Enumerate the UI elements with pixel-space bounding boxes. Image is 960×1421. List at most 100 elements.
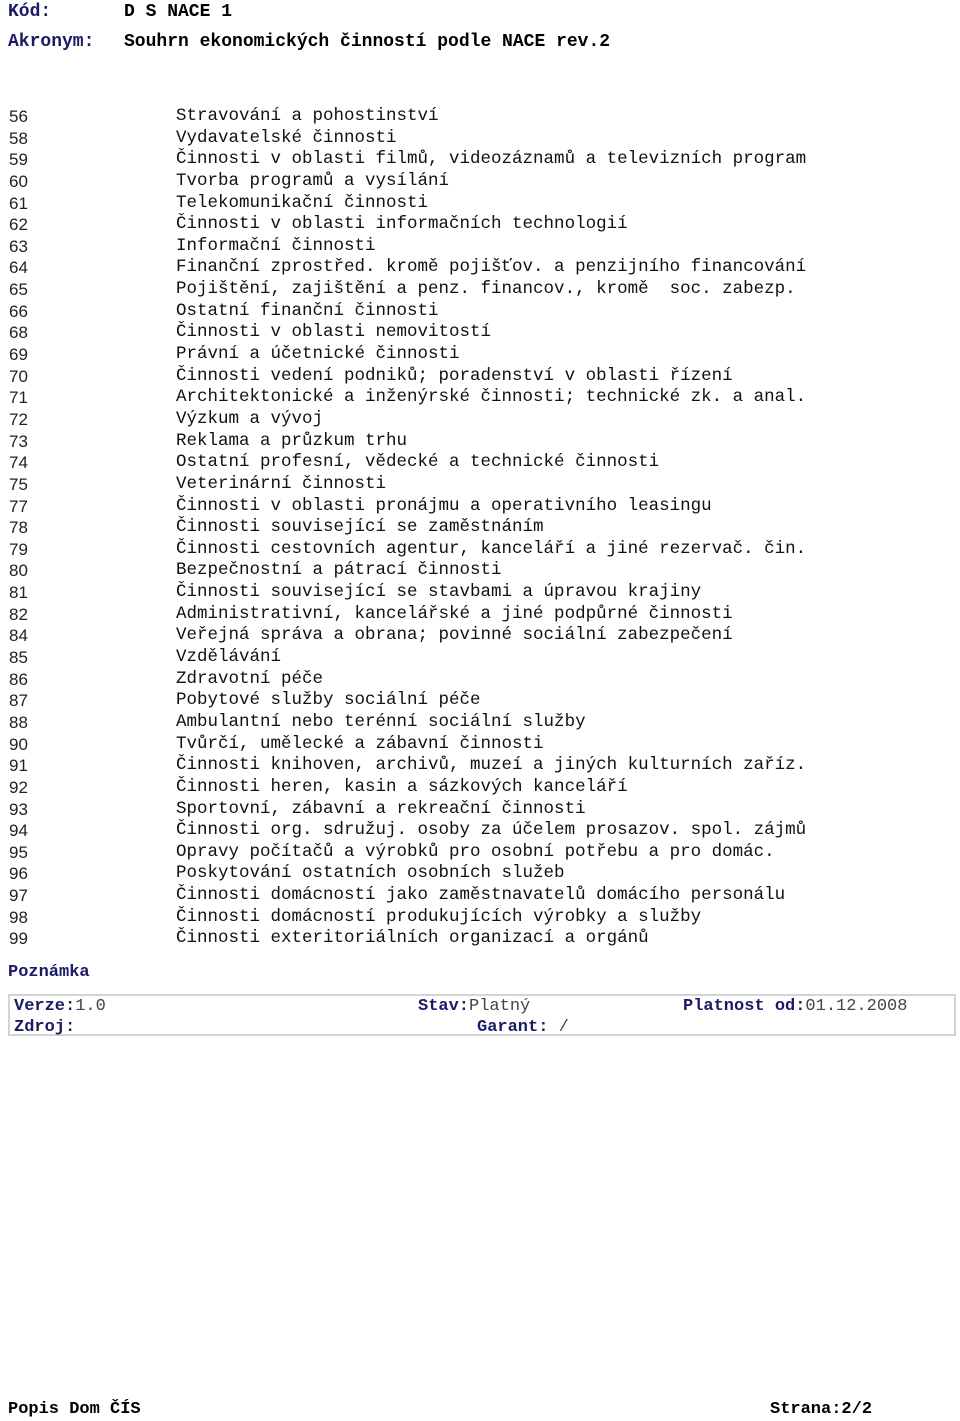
item-code: 99 (9, 929, 28, 949)
list-item: 63 Informační činnosti (0, 236, 960, 258)
item-code: 80 (9, 561, 28, 581)
list-item: 96 Poskytování ostatních osobních služeb (0, 863, 960, 885)
acronym-label: Akronym: (8, 32, 95, 52)
item-name: Tvorba programů a vysílání (176, 170, 450, 191)
item-code: 84 (9, 626, 28, 646)
item-code: 98 (9, 907, 28, 927)
list-item: 80 Bezpečnostní a pátrací činnosti (0, 560, 960, 582)
list-item: 94 Činnosti org. sdružuj. osoby za účelem… (0, 820, 960, 842)
item-name: Činnosti v oblasti informačních technolo… (176, 214, 628, 235)
item-name: Zdravotní péče (176, 668, 324, 689)
list-item: 64 Finanční zprostřed. kromě pojišťov. a … (0, 257, 960, 279)
acronym-value: Souhrn ekonomických činností podle NACE … (124, 32, 611, 52)
version-field: Verze:1.0 (14, 996, 106, 1017)
status-value: Platný (469, 997, 531, 1016)
item-name: Činnosti domácností produkujících výrobk… (176, 906, 702, 927)
valid-from-value: 01.12.2008 (805, 997, 908, 1016)
list-item: 68 Činnosti v oblasti nemovitostí (0, 322, 960, 344)
item-name: Opravy počítačů a výrobků pro osobní pot… (176, 841, 775, 862)
item-name: Ambulantní nebo terénní sociální služby (176, 711, 586, 732)
list-item: 92 Činnosti heren, kasin a sázkových kanc… (0, 777, 960, 799)
item-name: Činnosti domácností jako zaměstnavatelů … (176, 885, 786, 906)
item-name: Činnosti související se zaměstnáním (176, 517, 544, 538)
item-code: 74 (9, 453, 28, 473)
item-code: 75 (9, 474, 28, 494)
item-code: 94 (9, 821, 28, 841)
list-item: 87 Pobytové služby sociální péče (0, 690, 960, 712)
list-item: 75 Veterinární činnosti (0, 474, 960, 496)
list-item: 65 Pojištění, zajištění a penz. financov.… (0, 279, 960, 301)
list-item: 90 Tvůrčí, umělecké a zábavní činnosti (0, 734, 960, 756)
item-name: Činnosti související se stavbami a úprav… (176, 582, 702, 603)
item-code: 73 (9, 431, 28, 451)
list-item: 71 Architektonické a inženýrské činnosti;… (0, 387, 960, 409)
list-item: 72 Výzkum a vývoj (0, 409, 960, 431)
item-code: 81 (9, 583, 28, 603)
guarantor-field: Garant: / (477, 1017, 569, 1038)
list-item: 58 Vydavatelské činnosti (0, 128, 960, 150)
list-item: 88 Ambulantní nebo terénní sociální služb… (0, 712, 960, 734)
item-code: 96 (9, 864, 28, 884)
item-name: Informační činnosti (176, 235, 376, 256)
item-name: Veřejná správa a obrana; povinné sociáln… (176, 625, 733, 646)
item-code: 86 (9, 669, 28, 689)
item-code: 69 (9, 345, 28, 365)
list-item: 86 Zdravotní péče (0, 669, 960, 691)
guarantor-value: / (548, 1018, 569, 1037)
guarantor-label: Garant: (477, 1018, 549, 1037)
item-code: 92 (9, 777, 28, 797)
item-code: 60 (9, 171, 28, 191)
status-field: Stav:Platný (418, 996, 530, 1017)
item-code: 71 (9, 388, 28, 408)
list-item: 78 Činnosti související se zaměstnáním (0, 517, 960, 539)
list-item: 84 Veřejná správa a obrana; povinné sociá… (0, 625, 960, 647)
item-code: 64 (9, 258, 28, 278)
item-code: 65 (9, 280, 28, 300)
item-name: Činnosti v oblasti pronájmu a operativní… (176, 495, 712, 516)
list-item: 56 Stravování a pohostinství (0, 106, 960, 128)
item-code: 63 (9, 236, 28, 256)
item-code: 78 (9, 518, 28, 538)
source-field: Zdroj: (14, 1017, 75, 1038)
item-code: 70 (9, 366, 28, 386)
list-item: 82 Administrativní, kancelářské a jiné po… (0, 604, 960, 626)
item-name: Bezpečnostní a pátrací činnosti (176, 560, 502, 581)
item-name: Výzkum a vývoj (176, 408, 324, 429)
list-item: 97 Činnosti domácností jako zaměstnavatel… (0, 885, 960, 907)
list-item: 85 Vzdělávání (0, 647, 960, 669)
item-name: Veterinární činnosti (176, 473, 387, 494)
list-item: 93 Sportovní, zábavní a rekreační činnost… (0, 799, 960, 821)
list-item: 66 Ostatní finanční činnosti (0, 301, 960, 323)
item-name: Činnosti cestovních agentur, kanceláří a… (176, 538, 807, 559)
item-name: Činnosti knihoven, archivů, muzeí a jiný… (176, 755, 807, 776)
source-label: Zdroj: (14, 1018, 76, 1037)
item-code: 97 (9, 886, 28, 906)
item-code: 91 (9, 756, 28, 776)
item-name: Stravování a pohostinství (176, 106, 439, 126)
metadata-box: Verze:1.0 Zdroj: Stav:Platný Garant: / P… (8, 994, 956, 1038)
item-name: Činnosti v oblasti filmů, videozáznamů a… (176, 149, 807, 170)
list-item: 81 Činnosti související se stavbami a úpr… (0, 582, 960, 604)
item-code: 79 (9, 539, 28, 559)
item-code: 59 (9, 150, 28, 170)
item-code: 68 (9, 323, 28, 343)
item-code: 95 (9, 842, 28, 862)
item-name: Činnosti heren, kasin a sázkových kancel… (176, 776, 628, 797)
code-value: D S NACE 1 (124, 2, 233, 22)
footer-document-name: Popis Dom ČÍS (8, 1400, 141, 1419)
item-name: Finanční zprostřed. kromě pojišťov. a pe… (176, 257, 807, 278)
item-name: Telekomunikační činnosti (176, 192, 429, 213)
item-name: Ostatní profesní, vědecké a technické či… (176, 452, 660, 473)
list-item: 95 Opravy počítačů a výrobků pro osobní p… (0, 842, 960, 864)
item-code: 90 (9, 734, 28, 754)
valid-from-label: Platnost od: (683, 997, 806, 1016)
footer-page-number: Strana:2/2 (770, 1400, 873, 1419)
nace-code-list: 56 Stravování a pohostinství 58 Vydavatelsk… (0, 106, 960, 950)
list-item: 73 Reklama a průzkum trhu (0, 431, 960, 453)
list-item: 99 Činnosti exteritoriálních organizací a… (0, 928, 960, 950)
item-name: Tvůrčí, umělecké a zábavní činnosti (176, 733, 544, 754)
list-item: 61 Telekomunikační činnosti (0, 193, 960, 215)
item-name: Činnosti v oblasti nemovitostí (176, 322, 492, 343)
item-code: 93 (9, 799, 28, 819)
item-name: Vydavatelské činnosti (176, 127, 397, 148)
